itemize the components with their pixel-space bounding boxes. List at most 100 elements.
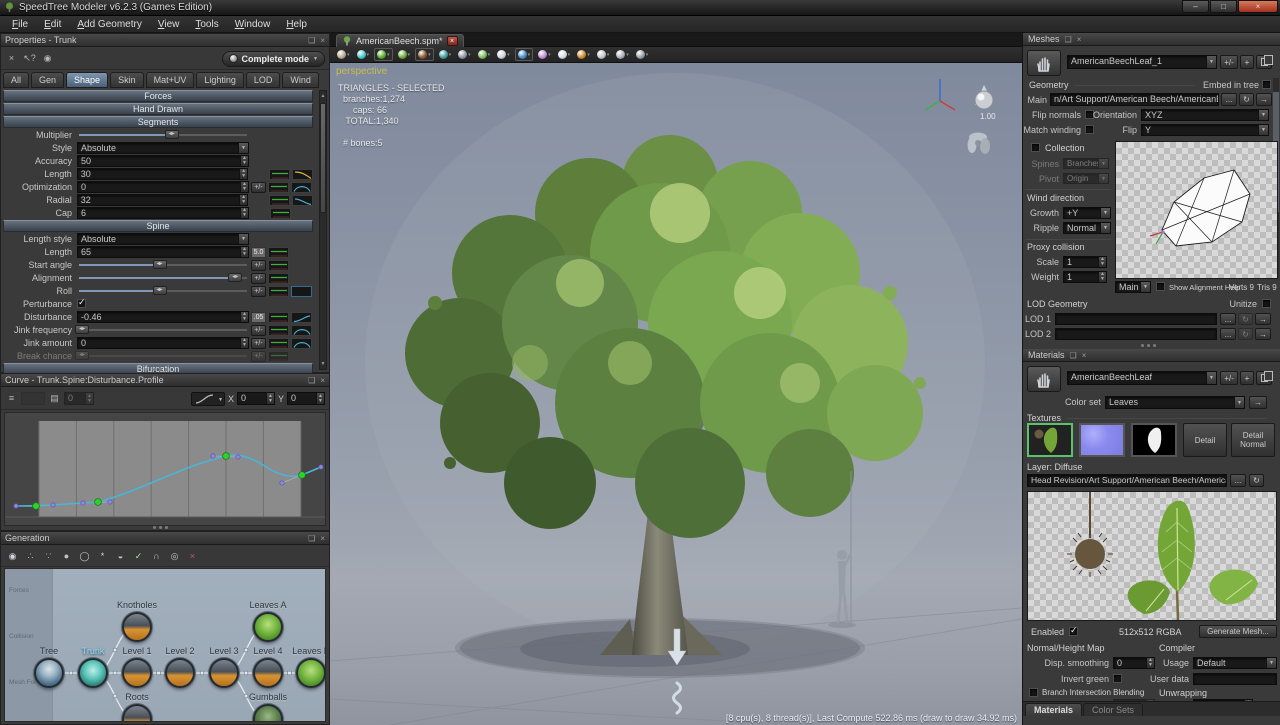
optimization-curve-chip[interactable]	[268, 182, 289, 193]
menu-tools[interactable]: Tools	[187, 18, 226, 31]
camera-focus-icon[interactable]: ◉	[6, 550, 19, 563]
trunk-tool-icon[interactable]: ▾	[456, 48, 473, 61]
menu-file[interactable]: File	[4, 18, 36, 31]
color-set-dropdown[interactable]: Leaves▼	[1105, 396, 1245, 409]
roll-curve-chip[interactable]	[291, 286, 312, 297]
spinner-icon[interactable]: ▲ ▼	[240, 182, 248, 192]
grab-mesh-button[interactable]	[1027, 50, 1061, 76]
radial-curve-chip[interactable]	[269, 195, 290, 206]
optimization-field[interactable]: 0▲ ▼	[77, 181, 249, 193]
user-data-field[interactable]	[1193, 673, 1277, 685]
mesh-copy-button[interactable]	[1256, 55, 1272, 69]
scroll-thumb[interactable]	[320, 103, 326, 213]
gravity-tool-icon[interactable]: ▾	[575, 48, 592, 61]
node-tree[interactable]	[34, 658, 64, 688]
roll-plusminus-button[interactable]: +/-	[251, 286, 266, 297]
materials-header[interactable]: Materials ❑×	[1023, 349, 1280, 362]
length-control[interactable]: 30▲ ▼	[77, 168, 248, 180]
orientation-dropdown[interactable]: XYZ▼	[1141, 109, 1269, 121]
length-curve-chip[interactable]	[292, 169, 313, 180]
reload-icon[interactable]: ↻	[1239, 93, 1254, 106]
properties-scrollbar[interactable]: ▲ ▼	[319, 90, 327, 370]
lod2-browse-button[interactable]: ...	[1220, 328, 1236, 340]
spinner-icon[interactable]: ▲ ▼	[240, 156, 248, 166]
jink-frequency-slider[interactable]	[79, 329, 247, 331]
jink-amount-plusminus-button[interactable]: +/-	[251, 338, 266, 349]
accuracy-field[interactable]: 50▲ ▼	[77, 155, 249, 167]
alignment-help-checkbox[interactable]	[1156, 282, 1165, 291]
lock-icon[interactable]: ∩	[150, 550, 163, 563]
start-angle-control[interactable]: ◂▸	[77, 259, 249, 271]
texture-reload-icon[interactable]: ↻	[1249, 474, 1264, 487]
spinner-icon[interactable]: ▲ ▼	[240, 338, 248, 348]
jink-amount-curve-chip[interactable]	[268, 338, 289, 349]
float-icon[interactable]: ❑	[308, 534, 315, 543]
node-level-1[interactable]	[122, 658, 152, 688]
close-icon[interactable]: ×	[1082, 351, 1087, 360]
unitize-checkbox[interactable]	[1262, 299, 1271, 308]
jink-frequency-curve-chip[interactable]	[268, 325, 289, 336]
tab-lod[interactable]: LOD	[246, 72, 281, 88]
jink-frequency-control[interactable]: ◂▸	[77, 324, 249, 336]
roll-control[interactable]: ◂▸	[77, 285, 249, 297]
menu-help[interactable]: Help	[278, 18, 315, 31]
length-style-control[interactable]: Absolute▼	[77, 233, 249, 245]
break-chance-slider-handle[interactable]: ◂▸	[75, 351, 89, 360]
float-icon[interactable]: ❑	[1070, 351, 1077, 360]
delete-icon[interactable]: ×	[186, 550, 199, 563]
tab-all[interactable]: All	[3, 72, 29, 88]
rotate-tool-icon[interactable]: ▾	[595, 48, 612, 61]
optimization-control[interactable]: 0▲ ▼	[77, 181, 249, 193]
grab-material-button[interactable]	[1027, 366, 1061, 392]
mesh-selector[interactable]: AmericanBeechLeaf_1▼	[1067, 55, 1217, 69]
eye-icon[interactable]: ◒	[114, 550, 127, 563]
enabled-checkbox[interactable]	[1069, 627, 1078, 636]
tab-shape[interactable]: Shape	[66, 72, 108, 88]
snap-icon[interactable]: ◎	[168, 550, 181, 563]
section-header-spine[interactable]: Spine	[3, 220, 313, 232]
menu-window[interactable]: Window	[227, 18, 279, 31]
wind-widget[interactable]	[968, 133, 991, 155]
multiplier-control[interactable]: ◂▸	[77, 129, 249, 141]
grass-tool-icon[interactable]: ▾	[396, 48, 413, 61]
color-set-apply-icon[interactable]: →	[1249, 396, 1267, 409]
proxy-weight-field[interactable]: 1▲ ▼	[1063, 271, 1107, 283]
ripple-dropdown[interactable]: Normal▼	[1063, 222, 1111, 234]
multiplier-slider-handle[interactable]: ◂▸	[165, 130, 179, 139]
aux-value-field[interactable]: 0▲ ▼	[64, 392, 94, 405]
cap-control[interactable]: 6▲ ▼	[77, 207, 249, 219]
minimize-button[interactable]: –	[1182, 0, 1209, 13]
optimization-curve-chip[interactable]	[291, 182, 312, 193]
material-selector[interactable]: AmericanBeechLeaf▼	[1067, 371, 1217, 385]
perturbance-checkbox[interactable]	[77, 299, 86, 308]
embed-checkbox[interactable]	[1262, 80, 1271, 89]
check-icon[interactable]: ✓	[132, 550, 145, 563]
normal-thumbnail[interactable]	[1079, 423, 1125, 457]
usage-dropdown[interactable]: Default▼	[1193, 657, 1277, 669]
close-icon[interactable]: ×	[1077, 35, 1082, 44]
curve-type-button[interactable]: ▼	[191, 392, 225, 406]
hands-icon[interactable]: *	[96, 550, 109, 563]
menu-add-geometry[interactable]: Add Geometry	[69, 18, 149, 31]
start-angle-curve-chip[interactable]	[268, 260, 289, 271]
lasso-icon[interactable]: ◯	[78, 550, 91, 563]
alignment-plusminus-button[interactable]: +/-	[251, 273, 266, 284]
curve-x-field[interactable]: 0▲ ▼	[237, 392, 275, 405]
style-dropdown[interactable]: Absolute▼	[77, 142, 249, 154]
mesh-plusminus-button[interactable]: +/-	[1220, 55, 1238, 69]
diffuse-thumbnail[interactable]	[1027, 423, 1073, 457]
material-copy-button[interactable]	[1256, 371, 1272, 385]
radial-curve-chip[interactable]	[292, 195, 313, 206]
node-knotholes[interactable]	[122, 612, 152, 642]
cap-field[interactable]: 6▲ ▼	[77, 207, 249, 219]
lod2-field[interactable]	[1055, 328, 1217, 340]
invert-green-checkbox[interactable]	[1113, 674, 1122, 683]
light-widget[interactable]	[975, 85, 993, 109]
properties-header[interactable]: Properties - Trunk ❑×	[1, 34, 329, 47]
maximize-button[interactable]: □	[1210, 0, 1237, 13]
length-field[interactable]: 30▲ ▼	[77, 168, 248, 180]
add-generator-icon[interactable]: ∴	[24, 550, 37, 563]
length-curve-chip[interactable]	[268, 247, 289, 258]
close-icon[interactable]: ×	[320, 36, 325, 45]
tab-skin[interactable]: Skin	[110, 72, 144, 88]
